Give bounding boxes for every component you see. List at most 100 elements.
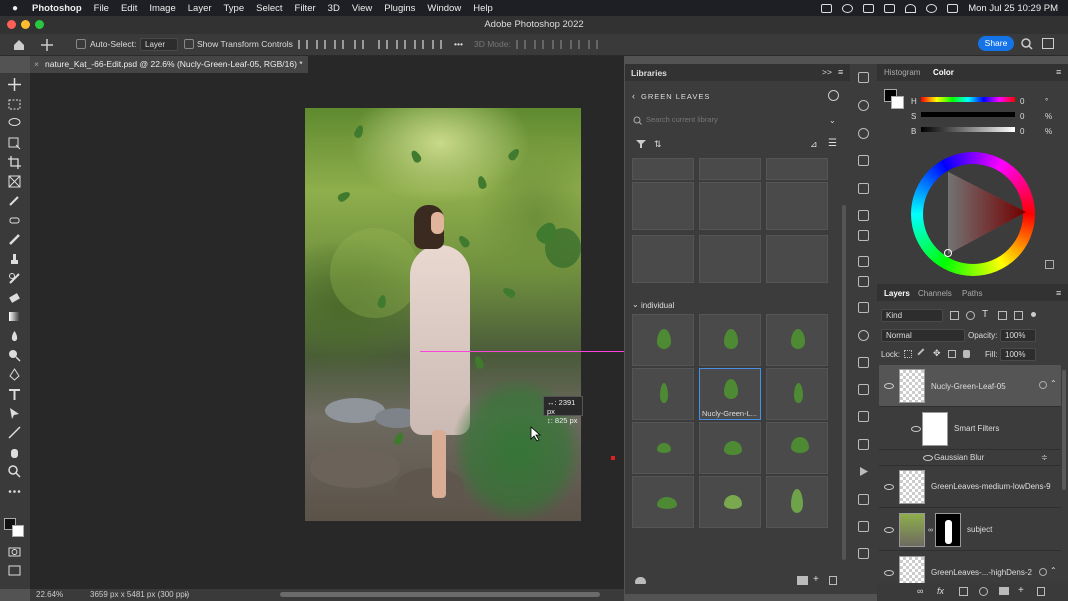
gradient-tool-icon[interactable] — [8, 310, 21, 323]
color-picker-handle[interactable] — [944, 249, 952, 257]
library-asset[interactable] — [766, 158, 828, 180]
eyedropper-tool-icon[interactable] — [8, 194, 21, 207]
channels-icon[interactable] — [858, 548, 869, 559]
folder-icon[interactable] — [797, 576, 808, 585]
leaf-asset[interactable] — [766, 314, 828, 366]
align-left-icon[interactable] — [298, 40, 308, 49]
eye-icon[interactable] — [884, 383, 894, 389]
dropbox-icon[interactable] — [863, 3, 875, 13]
collaborators-icon[interactable] — [828, 90, 839, 101]
cloud-sync-icon[interactable] — [635, 577, 646, 584]
share-button[interactable]: Share — [978, 36, 1014, 51]
panel-menu-icon[interactable]: ≡ — [838, 67, 843, 77]
filter-shape-icon[interactable] — [998, 311, 1007, 320]
library-asset[interactable] — [766, 182, 828, 230]
library-asset[interactable] — [699, 235, 761, 283]
actions-icon[interactable] — [858, 466, 869, 477]
align-right-icon[interactable] — [334, 40, 344, 49]
layer-name[interactable]: Nucly-Green-Leaf-05 — [931, 382, 1006, 391]
more-options[interactable]: ••• — [454, 39, 463, 49]
fill-input[interactable]: 100% — [1000, 348, 1036, 361]
menu-file[interactable]: File — [94, 3, 109, 14]
library-asset[interactable] — [699, 182, 761, 230]
document-tab[interactable]: × nature_Kat_-66-Edit.psd @ 22.6% (Nucly… — [30, 56, 308, 73]
layers-panel-icon[interactable] — [858, 439, 869, 450]
libraries-panel-icon[interactable] — [858, 302, 869, 313]
filter-adjustment-icon[interactable] — [966, 311, 975, 320]
layer-row[interactable]: Nucly-Green-Leaf-05 ⌃ — [879, 365, 1061, 407]
3d-pan-icon[interactable] — [552, 40, 562, 49]
color-icon[interactable] — [858, 330, 869, 341]
mask-link-icon[interactable]: ∞ — [928, 527, 933, 534]
lasso-tool-icon[interactable] — [8, 117, 21, 130]
menu-app-name[interactable]: Photoshop — [32, 3, 82, 14]
move-tool-icon[interactable] — [40, 38, 54, 52]
tab-layers[interactable]: Layers — [884, 289, 910, 298]
list-view-icon[interactable]: ☰ — [828, 138, 837, 149]
leaf-asset[interactable] — [766, 368, 828, 420]
comments-icon[interactable] — [858, 72, 869, 83]
leaf-asset[interactable] — [699, 422, 761, 474]
leaf-asset[interactable] — [699, 314, 761, 366]
3d-orbit-icon[interactable] — [516, 40, 526, 49]
properties-icon[interactable] — [858, 256, 869, 267]
patterns-icon[interactable] — [858, 384, 869, 395]
menu-select[interactable]: Select — [256, 3, 282, 14]
leaf-asset[interactable] — [632, 422, 694, 474]
fullscreen-window-icon[interactable] — [35, 20, 44, 29]
brushes-icon[interactable] — [858, 521, 869, 532]
sort-icon[interactable]: ⇅ — [654, 139, 662, 150]
filter-pixel-icon[interactable] — [950, 311, 959, 320]
adjustment-layer-icon[interactable] — [979, 587, 988, 596]
blur-tool-icon[interactable] — [8, 330, 21, 343]
pen-tool-icon[interactable] — [8, 368, 21, 381]
screen-record-icon[interactable] — [821, 3, 833, 13]
distribute-vertical-icon[interactable] — [432, 40, 442, 49]
screen-mode-icon[interactable] — [8, 564, 21, 577]
control-center-icon[interactable] — [947, 3, 959, 13]
layer-row[interactable]: Smart Filters — [879, 408, 1061, 450]
libraries-title[interactable]: Libraries — [631, 68, 667, 78]
lock-all-icon[interactable] — [963, 350, 970, 358]
back-chevron-icon[interactable]: ‹ — [632, 91, 635, 101]
lock-position-icon[interactable]: ✥ — [933, 348, 941, 359]
distribute-icon[interactable] — [354, 40, 364, 49]
brightness-slider[interactable] — [921, 127, 1015, 132]
battery-icon[interactable] — [884, 3, 896, 13]
filter-smart-object-icon[interactable] — [1014, 311, 1023, 320]
hand-tool-icon[interactable] — [8, 446, 21, 459]
wifi-icon[interactable] — [905, 3, 917, 13]
menu-window[interactable]: Window — [427, 3, 461, 14]
eye-icon[interactable] — [911, 426, 921, 432]
filter-blending-options-icon[interactable]: ≑ — [1041, 453, 1048, 462]
opacity-input[interactable]: 100% — [1000, 329, 1036, 342]
filter-name[interactable]: Gaussian Blur — [934, 453, 984, 462]
menu-help[interactable]: Help — [473, 3, 493, 14]
close-window-icon[interactable] — [7, 20, 16, 29]
filter-toggle-icon[interactable] — [1031, 312, 1036, 317]
move-tool-icon[interactable] — [8, 78, 21, 91]
lock-artboard-icon[interactable] — [948, 350, 956, 358]
filter-row[interactable]: Gaussian Blur ≑ — [879, 450, 1061, 466]
brightness-icon[interactable] — [858, 100, 869, 111]
eye-icon[interactable] — [923, 455, 933, 461]
libraries-scrollbar[interactable] — [842, 205, 846, 560]
hue-value[interactable]: 0 — [1020, 97, 1024, 106]
library-search-input[interactable]: Search current library — [630, 113, 840, 127]
color-triangle[interactable] — [930, 168, 1030, 258]
smart-filters-label[interactable]: Smart Filters — [954, 424, 999, 433]
leaf-asset[interactable] — [699, 476, 761, 528]
quick-mask-icon[interactable] — [8, 545, 21, 558]
blend-mode-dropdown[interactable]: Normal — [881, 329, 965, 342]
apple-icon[interactable]: ● — [12, 3, 18, 14]
link-layers-icon[interactable]: ∞ — [917, 586, 923, 596]
leaf-asset[interactable] — [766, 422, 828, 474]
menu-view[interactable]: View — [352, 3, 372, 14]
creative-cloud-icon[interactable] — [842, 3, 854, 13]
hue-slider[interactable] — [921, 97, 1015, 102]
collapse-chevron-icon[interactable]: ⌃ — [1050, 566, 1057, 575]
horizontal-scrollbar[interactable] — [280, 592, 600, 597]
3d-slide-icon[interactable] — [570, 40, 580, 49]
eye-icon[interactable] — [884, 527, 894, 533]
zoom-tool-icon[interactable] — [8, 465, 21, 478]
